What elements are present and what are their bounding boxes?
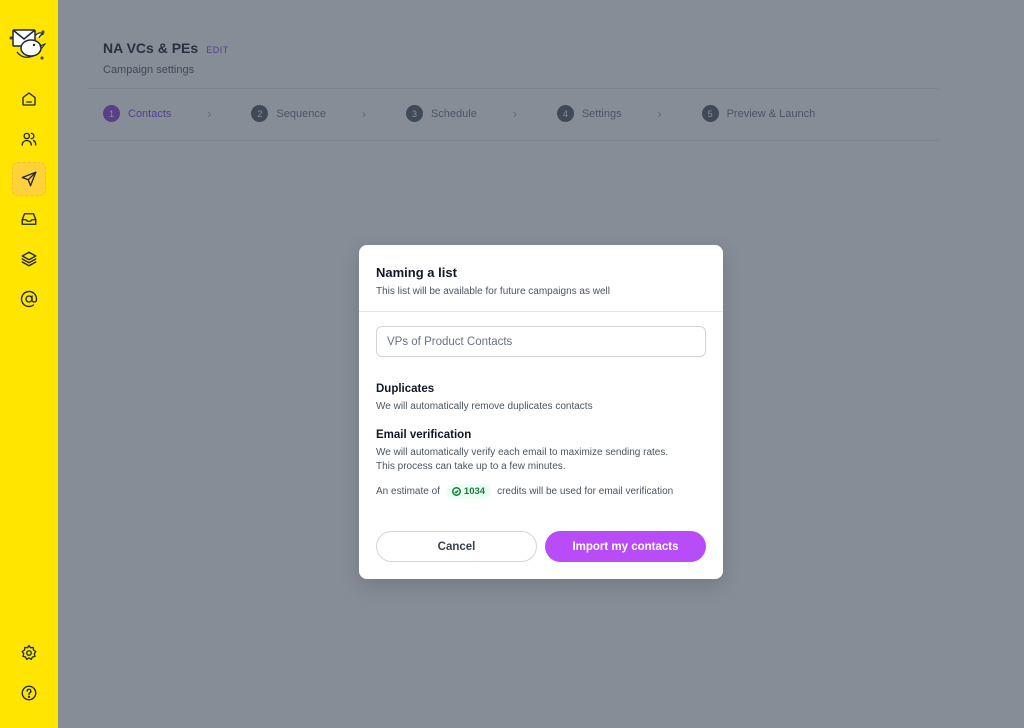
credits-estimate: An estimate of 1034 credits will be used… <box>376 484 706 499</box>
layers-icon <box>21 251 37 267</box>
inbox-icon <box>21 213 37 225</box>
gear-icon <box>21 644 37 661</box>
sidebar-item-email-accounts[interactable] <box>12 282 46 316</box>
credits-count: 1034 <box>463 486 486 497</box>
sidebar-nav <box>12 82 46 316</box>
cancel-button[interactable]: Cancel <box>376 531 537 562</box>
naming-list-modal: Naming a list This list will be availabl… <box>359 245 723 579</box>
estimate-suffix: credits will be used for email verificat… <box>497 486 674 497</box>
check-circle-icon <box>451 487 461 496</box>
duplicates-section: Duplicates We will automatically remove … <box>376 383 706 414</box>
sidebar <box>0 0 58 728</box>
verification-section: Email verification We will automatically… <box>376 429 706 499</box>
verification-text-line: We will automatically verify each email … <box>376 447 669 458</box>
verification-title: Email verification <box>376 429 472 441</box>
send-icon <box>21 171 37 187</box>
sidebar-item-settings[interactable] <box>12 636 46 670</box>
sidebar-item-inbox[interactable] <box>12 202 46 236</box>
sidebar-item-campaigns[interactable] <box>12 162 46 196</box>
home-icon <box>22 92 36 106</box>
modal-subtitle: This list will be available for future c… <box>376 286 610 297</box>
credits-badge: 1034 <box>445 484 492 499</box>
sidebar-item-templates[interactable] <box>12 242 46 276</box>
mail-bird-logo[interactable] <box>9 26 49 62</box>
modal-actions: Cancel Import my contacts <box>376 531 706 562</box>
duplicates-title: Duplicates <box>376 383 435 395</box>
modal-body: Duplicates We will automatically remove … <box>359 312 723 499</box>
estimate-prefix: An estimate of <box>376 486 440 497</box>
users-icon <box>21 132 37 146</box>
sidebar-item-contacts[interactable] <box>12 122 46 156</box>
sidebar-bottom <box>12 636 46 710</box>
sidebar-item-help[interactable] <box>12 676 46 710</box>
modal-title: Naming a list <box>376 265 457 280</box>
duplicates-text: We will automatically remove duplicates … <box>376 401 593 412</box>
help-circle-icon <box>21 685 37 701</box>
verification-text: We will automatically verify each email … <box>376 446 706 474</box>
verification-text-line: This process can take up to a few minute… <box>376 461 566 472</box>
sidebar-item-home[interactable] <box>12 82 46 116</box>
import-contacts-button[interactable]: Import my contacts <box>545 531 706 562</box>
modal-header: Naming a list This list will be availabl… <box>359 245 723 312</box>
list-name-input[interactable] <box>376 326 706 357</box>
at-sign-icon <box>20 290 38 308</box>
